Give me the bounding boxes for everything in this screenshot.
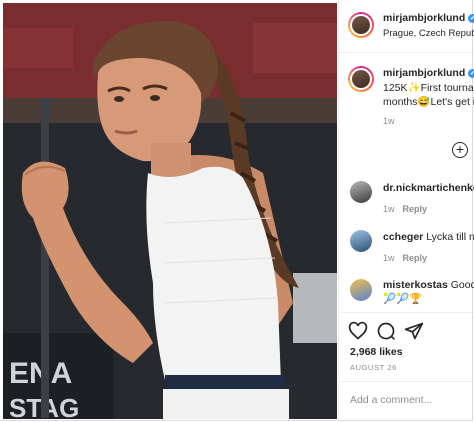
post-date[interactable]: AUGUST 26: [350, 363, 397, 372]
divider: [339, 312, 474, 313]
caption-username[interactable]: mirjambjorklund✓: [383, 67, 474, 79]
comment-username[interactable]: dr.nickmartichenko: [383, 182, 474, 194]
reply-button[interactable]: Reply: [403, 253, 428, 263]
comment-icon[interactable]: [376, 321, 396, 341]
post-photo[interactable]: ENA STAG: [3, 3, 337, 419]
comment-meta: 1w Reply: [383, 204, 428, 214]
comment-body: ccheger Lycka till nu: [383, 231, 474, 243]
comment-username[interactable]: ccheger: [383, 231, 423, 243]
sign-text-1: ENA: [9, 357, 72, 390]
comment-meta: 1w Reply: [383, 253, 428, 263]
comment-input[interactable]: Add a comment...: [350, 394, 432, 406]
author-username[interactable]: mirjambjorklund✓: [383, 12, 474, 24]
caption-line-2: months😅Let's get it!: [383, 96, 474, 108]
caption-age: 1w: [383, 116, 395, 126]
commenter-avatar[interactable]: [350, 279, 372, 301]
post-side-panel: mirjambjorklund✓ Prague, Czech Republic …: [338, 0, 474, 422]
post-header: mirjambjorklund✓ Prague, Czech Republic: [339, 0, 474, 53]
comment-body: misterkostas Good: [383, 279, 474, 291]
comment-emoji: 🎾🎾🏆: [383, 293, 423, 305]
caption-avatar[interactable]: [348, 66, 374, 92]
reply-button[interactable]: Reply: [403, 204, 428, 214]
verified-icon: ✓: [468, 69, 474, 78]
comment-username[interactable]: misterkostas: [383, 279, 448, 291]
commenter-avatar[interactable]: [350, 230, 372, 252]
more-comments-icon[interactable]: +: [452, 142, 468, 158]
heart-icon[interactable]: [348, 321, 368, 341]
commenter-avatar[interactable]: [350, 181, 372, 203]
divider: [339, 381, 474, 382]
caption-line-1: 125K✨First tournament in: [383, 82, 474, 94]
post-location[interactable]: Prague, Czech Republic: [383, 28, 474, 39]
like-count[interactable]: 2,968 likes: [350, 346, 403, 358]
verified-icon: ✓: [468, 14, 474, 23]
share-icon[interactable]: [404, 321, 424, 341]
author-avatar[interactable]: [348, 12, 374, 38]
tennis-player-illustration: ENA STAG: [3, 3, 337, 419]
